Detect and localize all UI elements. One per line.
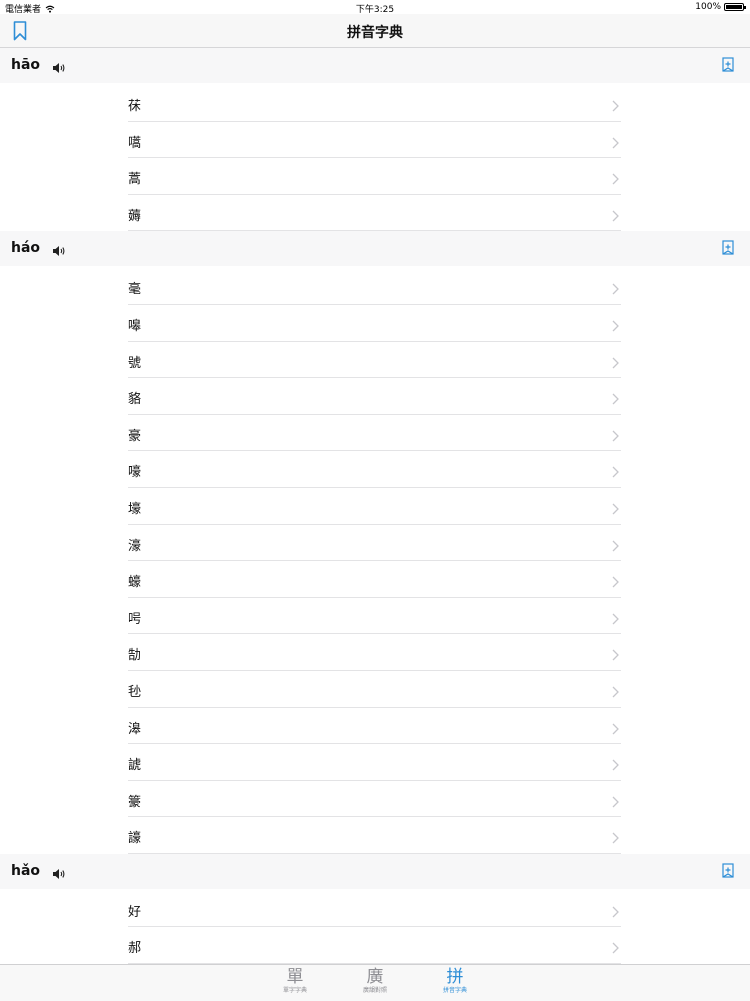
pinyin-label: háo <box>11 240 41 257</box>
chevron-right-icon <box>612 793 619 812</box>
pinyin-list[interactable]: hāo 茠嚆蒿薅 háo 毫嗥號貉豪嚎壕濠蠔呺勂毜滜諕籇譹 hǎo 好郝 <box>0 48 750 964</box>
tab-glyph: 單 <box>286 967 304 987</box>
character-label: 嚆 <box>128 135 142 151</box>
chevron-right-icon <box>612 354 619 373</box>
page-title: 拼音字典 <box>347 25 403 41</box>
character-row[interactable]: 郝 <box>128 927 621 964</box>
character-row[interactable]: 蒿 <box>128 158 621 195</box>
character-label: 貉 <box>128 392 142 408</box>
character-row[interactable]: 譹 <box>128 817 621 854</box>
add-bookmark-icon[interactable] <box>722 240 734 259</box>
section-header: háo <box>0 231 750 267</box>
chevron-right-icon <box>612 939 619 958</box>
chevron-right-icon <box>612 683 619 702</box>
tab-1[interactable]: 單單字字典 <box>265 967 325 995</box>
tab-bar: 單單字字典廣廣韻對照拼拼音字典 <box>0 964 750 1001</box>
character-row[interactable]: 嚎 <box>128 451 621 488</box>
chevron-right-icon <box>612 720 619 739</box>
chevron-right-icon <box>612 903 619 922</box>
pinyin-label: hǎo <box>11 862 41 879</box>
nav-bar: 拼音字典 <box>0 14 750 48</box>
chevron-right-icon <box>612 610 619 629</box>
character-label: 籇 <box>128 794 142 810</box>
chevron-right-icon <box>612 500 619 519</box>
character-row[interactable]: 滜 <box>128 708 621 745</box>
chevron-right-icon <box>612 134 619 153</box>
character-row[interactable]: 嗥 <box>128 305 621 342</box>
chevron-right-icon <box>612 207 619 226</box>
pinyin-label: hāo <box>11 57 41 73</box>
chevron-right-icon <box>612 537 619 556</box>
chevron-right-icon <box>612 427 619 446</box>
character-row[interactable]: 嚆 <box>128 122 621 159</box>
chevron-right-icon <box>612 170 619 189</box>
character-label: 郝 <box>128 941 142 957</box>
character-label: 好 <box>128 904 142 920</box>
character-row[interactable]: 毜 <box>128 671 621 708</box>
character-label: 毫 <box>128 282 142 298</box>
character-row[interactable]: 毫 <box>128 268 621 305</box>
status-right: 100% <box>695 2 746 12</box>
character-label: 壕 <box>128 501 142 517</box>
chevron-right-icon <box>612 646 619 665</box>
speaker-icon[interactable] <box>52 242 66 261</box>
character-label: 薅 <box>128 208 142 224</box>
tab-3[interactable]: 拼拼音字典 <box>425 967 485 995</box>
character-label: 茠 <box>128 99 142 114</box>
character-row[interactable]: 茠 <box>128 85 621 122</box>
speaker-icon[interactable] <box>52 865 66 884</box>
character-label: 豪 <box>128 428 142 444</box>
character-label: 蠔 <box>128 575 142 591</box>
character-label: 滜 <box>128 721 142 737</box>
character-label: 號 <box>128 355 142 371</box>
tab-label: 單字字典 <box>282 987 307 994</box>
chevron-right-icon <box>612 97 619 116</box>
character-label: 譹 <box>128 831 142 847</box>
chevron-right-icon <box>612 280 619 299</box>
character-row[interactable]: 籇 <box>128 781 621 818</box>
chevron-right-icon <box>612 317 619 336</box>
character-row[interactable]: 好 <box>128 891 621 928</box>
character-label: 濠 <box>128 538 142 554</box>
section-header: hǎo <box>0 853 750 889</box>
tab-glyph: 廣 <box>366 967 384 987</box>
battery-icon <box>724 3 746 11</box>
tab-label: 拼音字典 <box>442 987 467 994</box>
chevron-right-icon <box>612 463 619 482</box>
status-bar: 電信業者 下午3:25 100% <box>0 0 750 15</box>
character-label: 勂 <box>128 648 142 664</box>
battery-percent: 100% <box>695 2 721 12</box>
chevron-right-icon <box>612 573 619 592</box>
character-row[interactable]: 濠 <box>128 525 621 562</box>
add-bookmark-icon[interactable] <box>722 57 734 76</box>
tab-glyph: 拼 <box>446 967 464 987</box>
character-label: 諕 <box>128 758 142 774</box>
character-row[interactable]: 勂 <box>128 634 621 671</box>
speaker-icon[interactable] <box>52 59 66 78</box>
character-label: 毜 <box>128 684 142 700</box>
character-row[interactable]: 號 <box>128 342 621 379</box>
character-row[interactable]: 蠔 <box>128 561 621 598</box>
character-row[interactable]: 貉 <box>128 378 621 415</box>
character-row[interactable]: 薅 <box>128 195 621 232</box>
character-row[interactable]: 呺 <box>128 598 621 635</box>
tab-label: 廣韻對照 <box>362 987 387 994</box>
chevron-right-icon <box>612 829 619 848</box>
character-label: 呺 <box>128 611 142 627</box>
character-row[interactable]: 豪 <box>128 415 621 452</box>
tab-2[interactable]: 廣廣韻對照 <box>345 967 405 995</box>
chevron-right-icon <box>612 756 619 775</box>
section-header: hāo <box>0 48 750 83</box>
character-row[interactable]: 諕 <box>128 744 621 781</box>
character-label: 蒿 <box>128 172 142 188</box>
add-bookmark-icon[interactable] <box>722 863 734 882</box>
character-label: 嗥 <box>128 318 142 334</box>
character-label: 嚎 <box>128 465 142 481</box>
character-row[interactable]: 壕 <box>128 488 621 525</box>
chevron-right-icon <box>612 390 619 409</box>
